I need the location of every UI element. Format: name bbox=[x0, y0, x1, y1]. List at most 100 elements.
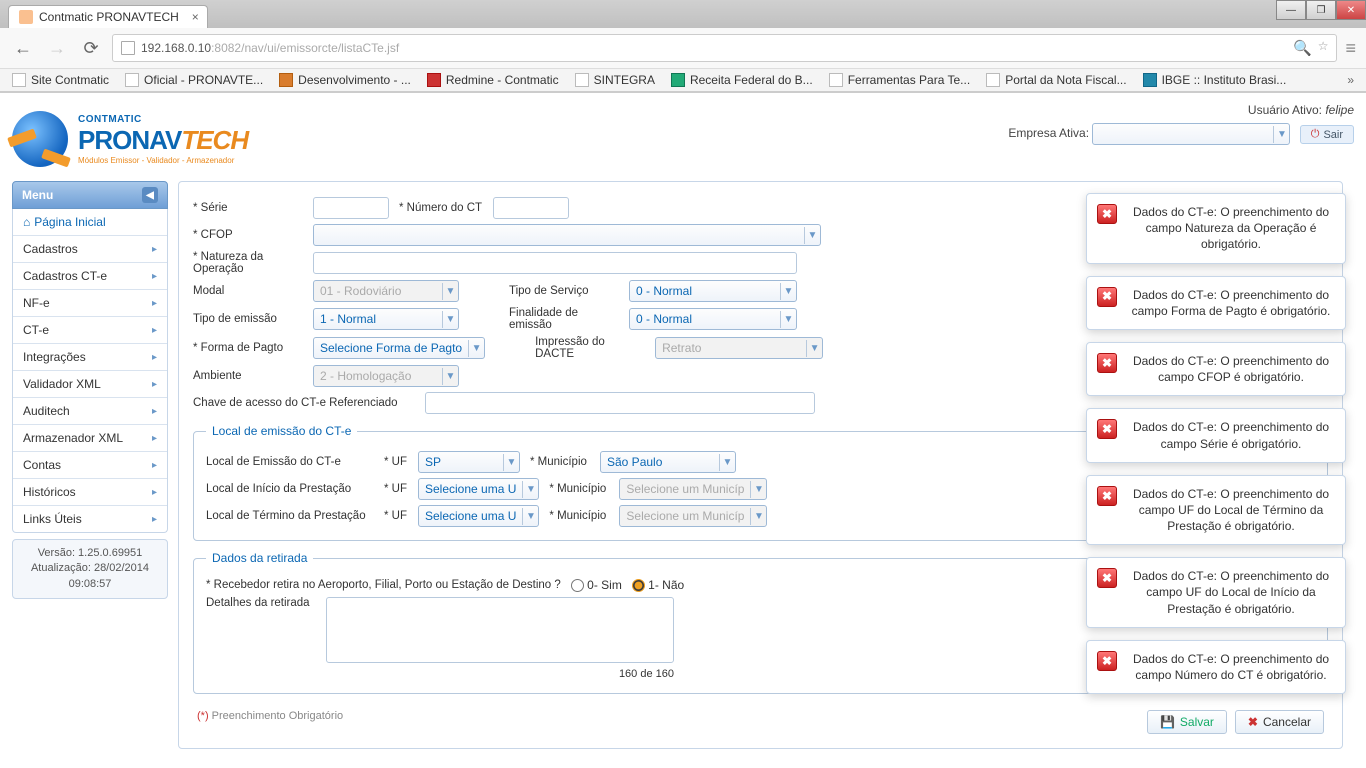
legend-local: Local de emissão do CT-e bbox=[206, 424, 357, 438]
close-icon[interactable]: ✖ bbox=[1097, 204, 1117, 224]
input-chave-ref[interactable] bbox=[425, 392, 815, 414]
logout-icon: ⏻ bbox=[1311, 128, 1320, 141]
select-municipio-inicio: Selecione um Municíp▼ bbox=[619, 478, 767, 500]
close-icon[interactable]: ✖ bbox=[1097, 419, 1117, 439]
select-forma-pagto[interactable]: Selecione Forma de Pagto▼ bbox=[313, 337, 485, 359]
doc-icon bbox=[125, 73, 139, 87]
sidebar-item-validador[interactable]: Validador XML▸ bbox=[13, 371, 167, 398]
label-local-emissao: Local de Emissão do CT-e bbox=[206, 456, 374, 468]
toast-error: ✖Dados do CT-e: O preenchimento do campo… bbox=[1086, 640, 1346, 694]
chevron-down-icon: ▼ bbox=[522, 481, 538, 498]
chevron-down-icon: ▼ bbox=[719, 454, 735, 471]
bookmark-item[interactable]: Receita Federal do B... bbox=[671, 73, 813, 87]
sidebar-item-cadastros[interactable]: Cadastros▸ bbox=[13, 236, 167, 263]
sidebar-item-cadastros-cte[interactable]: Cadastros CT-e▸ bbox=[13, 263, 167, 290]
sidebar-item-historicos[interactable]: Históricos▸ bbox=[13, 479, 167, 506]
label-uf: UF bbox=[384, 456, 408, 468]
save-button[interactable]: 💾Salvar bbox=[1147, 710, 1227, 734]
select-cfop[interactable]: ▼ bbox=[313, 224, 821, 246]
url-host: 192.168.0.10:8082/nav/ui/emissorcte/list… bbox=[141, 41, 399, 55]
chrome-menu-icon[interactable]: ≡ bbox=[1345, 38, 1356, 59]
minimize-button[interactable]: — bbox=[1276, 0, 1306, 20]
sidebar: Menu ◀ ⌂Página Inicial Cadastros▸ Cadast… bbox=[12, 181, 168, 599]
sidebar-home[interactable]: ⌂Página Inicial bbox=[13, 209, 167, 236]
site-icon bbox=[671, 73, 685, 87]
chevron-right-icon: ▸ bbox=[152, 406, 157, 417]
bookmarks-overflow-icon[interactable]: » bbox=[1347, 73, 1354, 87]
chevron-down-icon: ▼ bbox=[503, 454, 519, 471]
sidebar-item-armazenador[interactable]: Armazenador XML▸ bbox=[13, 425, 167, 452]
bookmark-star-icon[interactable]: ☆ bbox=[1318, 39, 1329, 57]
close-icon[interactable]: ✖ bbox=[1097, 287, 1117, 307]
reload-button[interactable]: ⟳ bbox=[78, 35, 104, 61]
label-municipio: Município bbox=[530, 456, 590, 468]
url-input[interactable]: 192.168.0.10:8082/nav/ui/emissorcte/list… bbox=[112, 34, 1337, 62]
toast-container: ✖Dados do CT-e: O preenchimento do campo… bbox=[1086, 193, 1346, 694]
ibge-icon bbox=[1143, 73, 1157, 87]
bookmark-item[interactable]: Portal da Nota Fiscal... bbox=[986, 73, 1126, 87]
home-icon: ⌂ bbox=[23, 215, 30, 229]
address-bar: ← → ⟳ 192.168.0.10:8082/nav/ui/emissorct… bbox=[0, 28, 1366, 68]
bookmark-item[interactable]: Ferramentas Para Te... bbox=[829, 73, 971, 87]
back-button[interactable]: ← bbox=[10, 35, 36, 61]
url-actions: 🔍 ☆ bbox=[1293, 39, 1328, 57]
toast-error: ✖Dados do CT-e: O preenchimento do campo… bbox=[1086, 408, 1346, 462]
doc-icon bbox=[575, 73, 589, 87]
input-serie[interactable] bbox=[313, 197, 389, 219]
select-uf-emissao[interactable]: SP▼ bbox=[418, 451, 520, 473]
close-icon[interactable]: ✖ bbox=[1097, 568, 1117, 588]
bookmark-item[interactable]: Desenvolvimento - ... bbox=[279, 73, 411, 87]
radio-nao[interactable]: 1- Não bbox=[632, 578, 684, 592]
menu-header: Menu ◀ bbox=[12, 181, 168, 209]
logout-button[interactable]: ⏻Sair bbox=[1300, 125, 1354, 144]
browser-tab[interactable]: Contmatic PRONAVTECH × bbox=[8, 5, 208, 28]
close-window-button[interactable]: ✕ bbox=[1336, 0, 1366, 20]
sidebar-item-nfe[interactable]: NF-e▸ bbox=[13, 290, 167, 317]
user-info: Usuário Ativo: felipe Empresa Ativa: ▼ ⏻… bbox=[1008, 103, 1354, 145]
sidebar-item-contas[interactable]: Contas▸ bbox=[13, 452, 167, 479]
select-finalidade[interactable]: 0 - Normal▼ bbox=[629, 308, 797, 330]
select-municipio-termino: Selecione um Municíp▼ bbox=[619, 505, 767, 527]
forward-button[interactable]: → bbox=[44, 35, 70, 61]
bookmark-bar: Site Contmatic Oficial - PRONAVTE... Des… bbox=[0, 68, 1366, 92]
chevron-right-icon: ▸ bbox=[152, 298, 157, 309]
bookmark-item[interactable]: Redmine - Contmatic bbox=[427, 73, 559, 87]
search-icon[interactable]: 🔍 bbox=[1293, 39, 1312, 57]
chevron-down-icon: ▼ bbox=[442, 283, 458, 300]
cancel-button[interactable]: ✖Cancelar bbox=[1235, 710, 1324, 734]
select-tipo-servico[interactable]: 0 - Normal▼ bbox=[629, 280, 797, 302]
label-finalidade: Finalidade de emissão bbox=[509, 307, 619, 331]
bookmark-item[interactable]: Oficial - PRONAVTE... bbox=[125, 73, 263, 87]
bookmark-item[interactable]: Site Contmatic bbox=[12, 73, 109, 87]
label-uf: UF bbox=[384, 510, 408, 522]
sidebar-item-auditech[interactable]: Auditech▸ bbox=[13, 398, 167, 425]
textarea-detalhes[interactable] bbox=[326, 597, 674, 663]
bookmark-item[interactable]: IBGE :: Instituto Brasi... bbox=[1143, 73, 1287, 87]
close-icon[interactable]: ✖ bbox=[1097, 486, 1117, 506]
label-chave-ref: Chave de acesso do CT-e Referenciado bbox=[193, 397, 415, 409]
sidebar-item-cte[interactable]: CT-e▸ bbox=[13, 317, 167, 344]
tab-close-icon[interactable]: × bbox=[192, 10, 199, 24]
select-impressao: Retrato▼ bbox=[655, 337, 823, 359]
label-impressao: Impressão do DACTE bbox=[535, 336, 645, 360]
company-select[interactable]: ▼ bbox=[1092, 123, 1290, 145]
input-numero-ct[interactable] bbox=[493, 197, 569, 219]
close-icon[interactable]: ✖ bbox=[1097, 651, 1117, 671]
close-icon[interactable]: ✖ bbox=[1097, 353, 1117, 373]
chevron-down-icon: ▼ bbox=[442, 368, 458, 385]
input-natureza[interactable] bbox=[313, 252, 797, 274]
maximize-button[interactable]: ❐ bbox=[1306, 0, 1336, 20]
page-icon bbox=[121, 41, 135, 55]
logo: CONTMATIC PRONAVTECH Módulos Emissor - V… bbox=[12, 103, 248, 181]
select-tipo-emissao[interactable]: 1 - Normal▼ bbox=[313, 308, 459, 330]
chevron-down-icon: ▼ bbox=[804, 227, 820, 244]
sidebar-item-links[interactable]: Links Úteis▸ bbox=[13, 506, 167, 532]
select-municipio-emissao[interactable]: São Paulo▼ bbox=[600, 451, 736, 473]
close-icon: ✖ bbox=[1248, 715, 1258, 729]
select-uf-termino[interactable]: Selecione uma U▼ bbox=[418, 505, 539, 527]
bookmark-item[interactable]: SINTEGRA bbox=[575, 73, 655, 87]
chevron-left-icon[interactable]: ◀ bbox=[142, 187, 158, 203]
select-uf-inicio[interactable]: Selecione uma U▼ bbox=[418, 478, 539, 500]
sidebar-item-integracoes[interactable]: Integrações▸ bbox=[13, 344, 167, 371]
radio-sim[interactable]: 0- Sim bbox=[571, 578, 622, 592]
